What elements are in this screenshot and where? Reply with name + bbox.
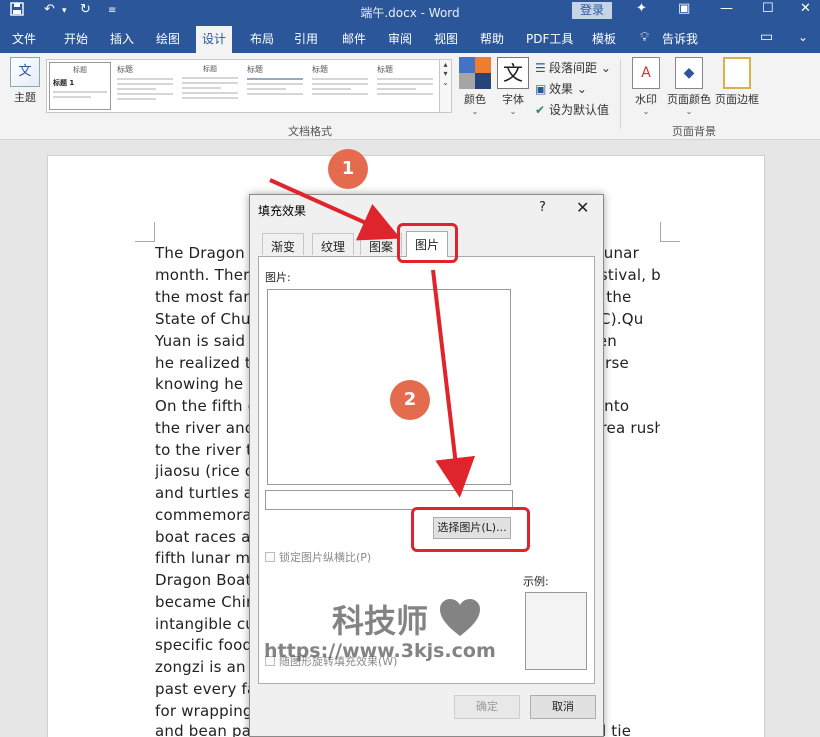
paint-bucket-icon: ◆ [675, 57, 703, 89]
tab-references[interactable]: 引用 [294, 30, 318, 47]
picture-label: 图片: [265, 271, 291, 284]
page-borders-button[interactable]: 页面边框 [714, 57, 760, 107]
tab-insert[interactable]: 插入 [110, 30, 134, 47]
tab-review[interactable]: 审阅 [388, 30, 412, 47]
effects-icon: ▣ [535, 82, 547, 96]
style-thumbnail[interactable]: 标题 [114, 62, 176, 110]
close-window-icon[interactable]: ✕ [800, 1, 811, 16]
heart-icon [440, 599, 480, 636]
style-thumbnail[interactable]: 标题 [309, 62, 371, 110]
tab-home[interactable]: 开始 [64, 30, 88, 47]
minimize-icon[interactable]: — [720, 1, 733, 16]
margin-corner-mark [135, 222, 155, 242]
tab-help[interactable]: 帮助 [480, 30, 504, 47]
maximize-icon[interactable]: ☐ [762, 1, 774, 16]
tab-pattern[interactable]: 图案 [360, 233, 403, 255]
picture-preview [267, 289, 511, 485]
ribbon-display-options-icon[interactable]: ▣ [678, 1, 690, 16]
gallery-scroll[interactable]: ▴ ▾ ⌄ [440, 59, 452, 113]
themes-button[interactable]: 文 主题 [6, 57, 44, 105]
colors-button[interactable]: 颜色 ⌄ [458, 57, 492, 116]
tab-design[interactable]: 设计 [196, 26, 233, 53]
tab-file[interactable]: 文件 [12, 30, 36, 47]
themes-icon: 文 [10, 57, 40, 87]
tab-layout[interactable]: 布局 [250, 30, 274, 47]
login-button[interactable]: 登录 [572, 2, 612, 19]
help-icon[interactable]: ? [539, 200, 546, 215]
tab-templates[interactable]: 模板 [592, 30, 616, 47]
highlight-select-picture-button [411, 507, 530, 552]
sample-label: 示例: [523, 575, 549, 588]
lightbulb-icon: 💡︎ [640, 30, 650, 45]
style-thumbnail[interactable]: 标题 [179, 62, 241, 110]
style-thumbnail[interactable]: 标题 标题 1 [49, 62, 111, 110]
tell-me-search[interactable]: 告诉我 [662, 30, 698, 47]
paragraph-spacing-icon: ☰ [535, 61, 546, 75]
effects-button[interactable]: ▣ 效果 ⌄ [535, 80, 587, 97]
tab-view[interactable]: 视图 [434, 30, 458, 47]
group-label-page-background: 页面背景 [672, 125, 716, 138]
sample-preview [525, 592, 587, 670]
watermark-url: https://www.3kjs.com [264, 640, 496, 662]
chevron-down-icon[interactable]: ⌄ [798, 30, 808, 44]
paragraph-spacing-button[interactable]: ☰ 段落间距 ⌄ [535, 59, 611, 76]
tab-mailings[interactable]: 邮件 [342, 30, 366, 47]
tab-picture[interactable]: 图片 [406, 231, 449, 257]
divider [620, 59, 621, 129]
page-color-button[interactable]: ◆ 页面颜色 ⌄ [666, 57, 712, 116]
margin-corner-mark [660, 222, 680, 242]
watermark-button[interactable]: A 水印 ⌄ [632, 57, 660, 116]
set-as-default-button[interactable]: ✔ 设为默认值 [535, 101, 609, 118]
step-badge-2: 2 [390, 380, 430, 420]
ribbon: 文 主题 标题 标题 1 标题 标题 标题 标题 标题 ▴ ▾ ⌄ 文档格式 颜… [0, 53, 820, 140]
tab-draw[interactable]: 绘图 [156, 30, 180, 47]
dialog-title: 填充效果 [258, 204, 307, 218]
lock-aspect-ratio-checkbox[interactable]: 锁定图片纵横比(P) [265, 549, 371, 565]
fonts-icon: 文 [497, 57, 529, 89]
watermark-icon: A [632, 57, 660, 89]
tab-gradient[interactable]: 渐变 [262, 233, 305, 255]
magic-wand-icon[interactable]: ✦ [636, 1, 647, 16]
page-border-icon [723, 57, 751, 89]
document-format-gallery: 标题 标题 1 标题 标题 标题 标题 标题 [46, 59, 440, 113]
ribbon-tabs: 文件 开始 插入 绘图 设计 布局 引用 邮件 审阅 视图 帮助 PDF工具 模… [0, 24, 820, 53]
colors-icon [459, 57, 491, 89]
checkmark-icon: ✔ [535, 103, 546, 117]
watermark-text: 科技师 [332, 602, 429, 640]
comment-icon[interactable]: ▭ [760, 29, 773, 45]
title-bar: ↶ ▾ ↻ ≡ 端午.docx - Word 登录 ✦ ▣ — ☐ ✕ [0, 0, 820, 24]
style-thumbnail[interactable]: 标题 [374, 62, 436, 110]
close-icon[interactable]: ✕ [576, 198, 589, 217]
style-thumbnail[interactable]: 标题 [244, 62, 306, 110]
tab-pdf-tools[interactable]: PDF工具 [526, 30, 573, 47]
cancel-button[interactable]: 取消 [530, 695, 596, 719]
group-label-document-format: 文档格式 [288, 125, 332, 138]
ok-button[interactable]: 确定 [454, 695, 520, 719]
step-badge-1: 1 [328, 149, 368, 189]
tab-texture[interactable]: 纹理 [312, 233, 355, 255]
themes-label: 主题 [14, 91, 36, 104]
document-title: 端午.docx - Word [360, 6, 460, 20]
fonts-button[interactable]: 文 字体 ⌄ [496, 57, 530, 116]
